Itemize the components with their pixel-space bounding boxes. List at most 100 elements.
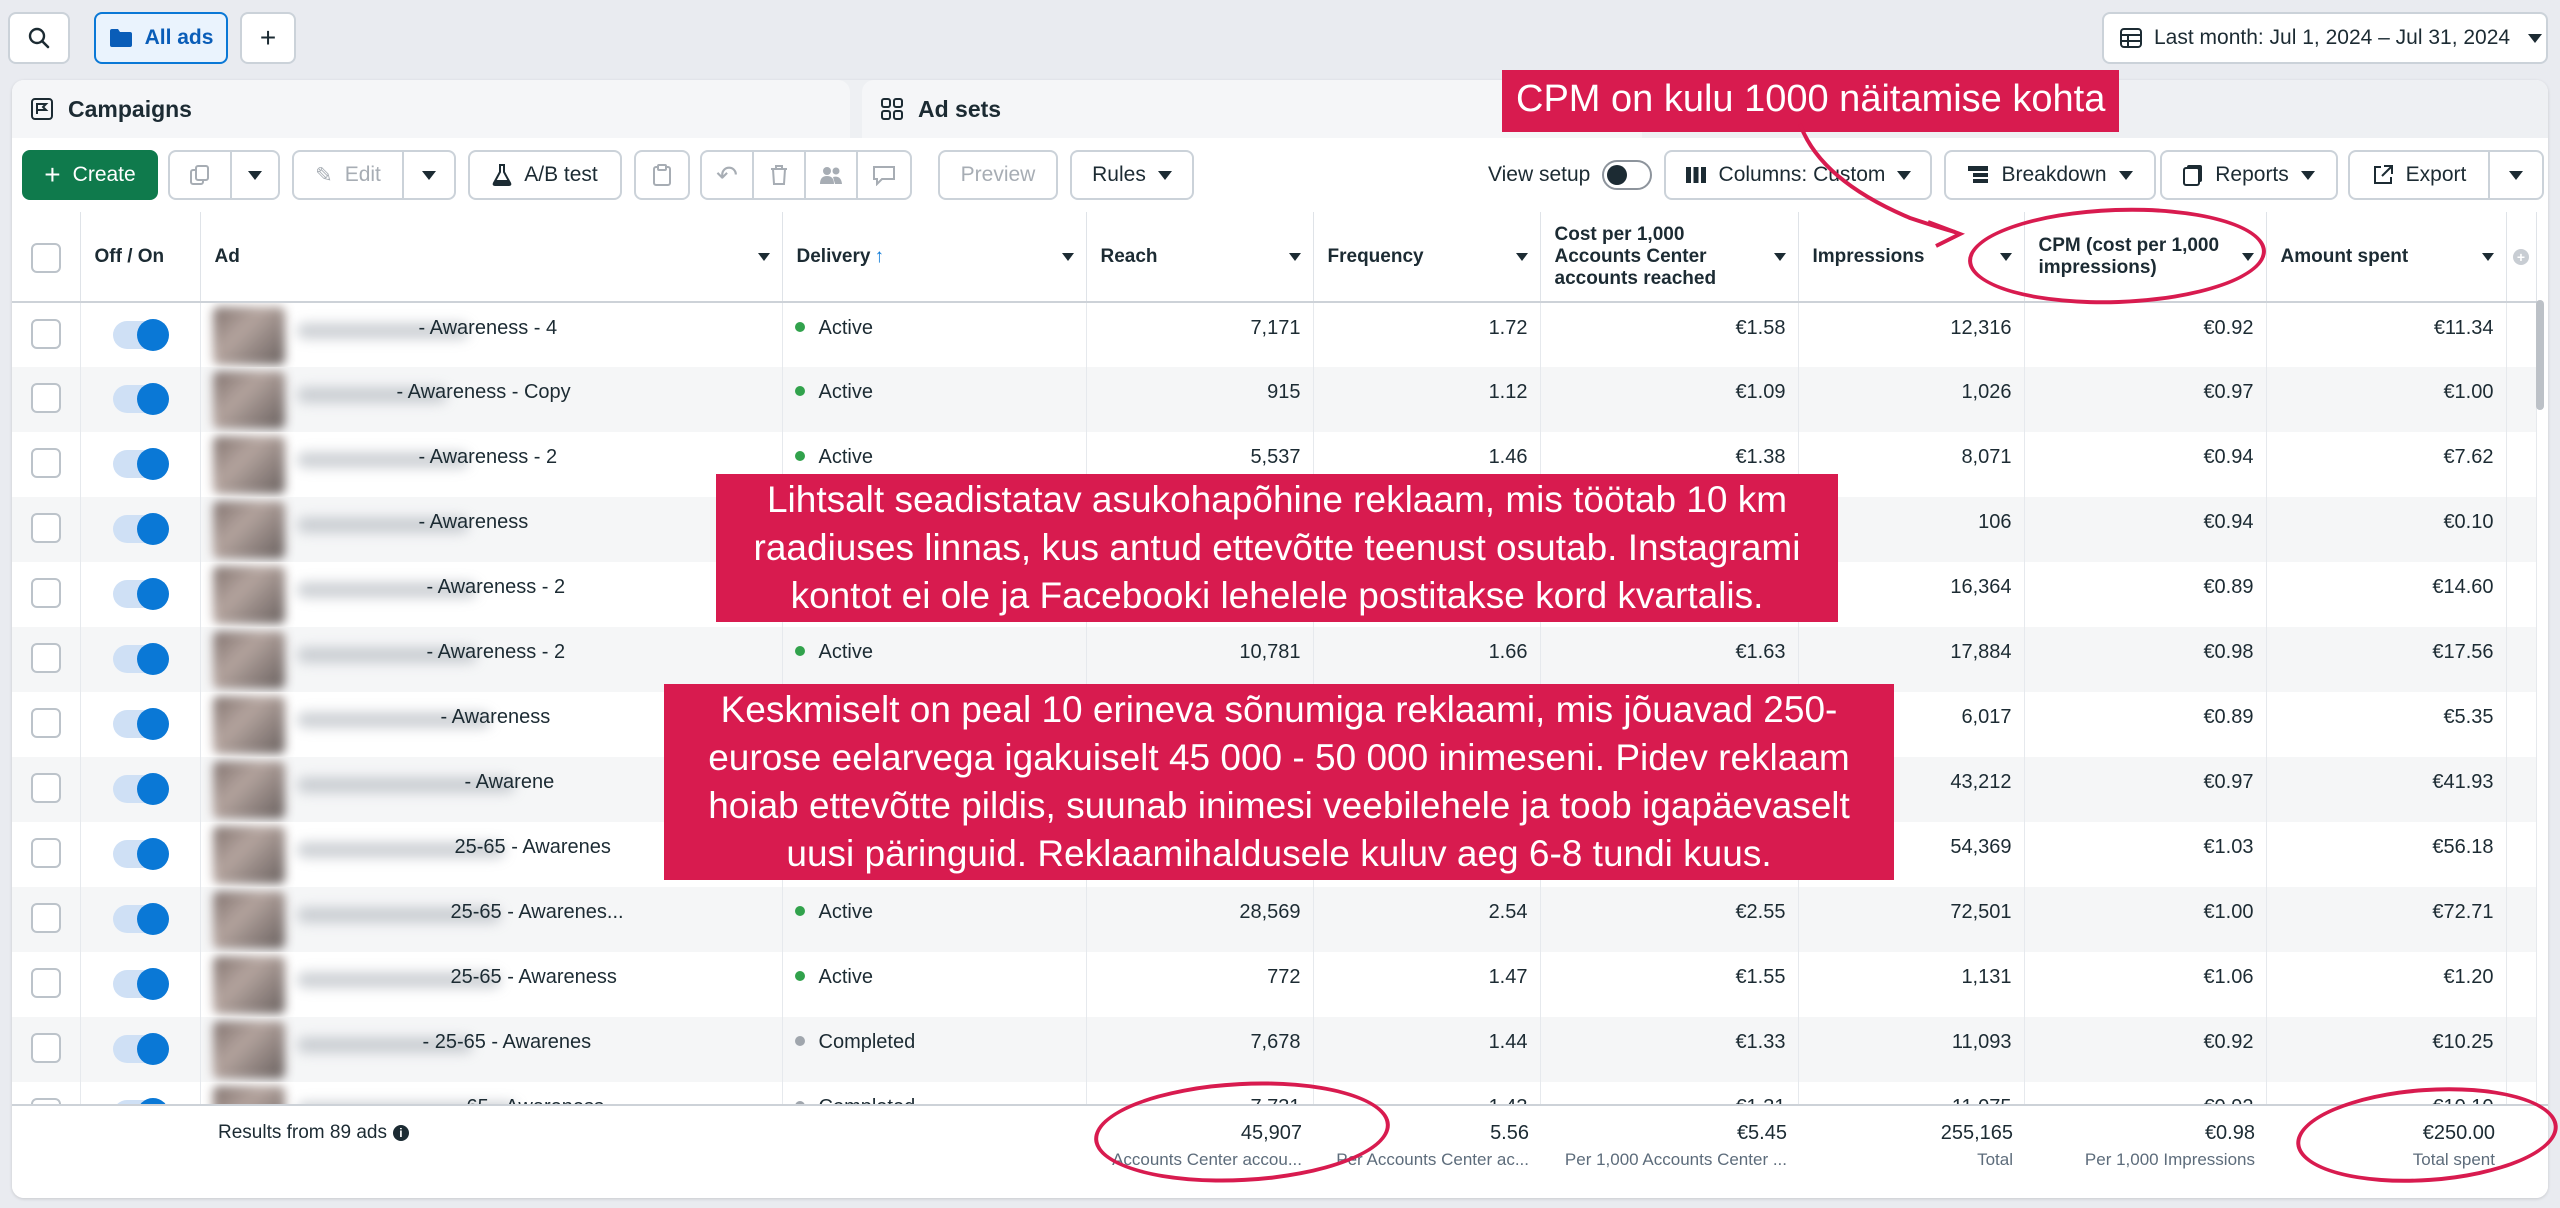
- ad-on-off-toggle[interactable]: [113, 968, 169, 1000]
- row-checkbox[interactable]: [30, 708, 61, 738]
- row-select-cell[interactable]: [12, 302, 81, 367]
- ad-name-cell[interactable]: 25-65 - Awareness: [200, 952, 783, 1017]
- duplicate-button[interactable]: [168, 150, 232, 200]
- row-toggle-cell[interactable]: [80, 562, 201, 627]
- ad-name-suffix[interactable]: - Awareness: [419, 511, 529, 534]
- row-checkbox[interactable]: [30, 448, 61, 478]
- audience-button[interactable]: [804, 150, 858, 200]
- row-select-cell[interactable]: [12, 692, 81, 757]
- ad-name-suffix[interactable]: - Awarene: [465, 771, 555, 794]
- ad-on-off-toggle[interactable]: [113, 773, 169, 805]
- edit-dropdown[interactable]: [402, 150, 456, 200]
- chevron-down-icon[interactable]: [1773, 252, 1786, 261]
- ad-on-off-toggle[interactable]: [113, 708, 169, 740]
- create-button[interactable]: + Create: [22, 150, 158, 200]
- info-icon[interactable]: i: [392, 1125, 409, 1141]
- delete-button[interactable]: [752, 150, 806, 200]
- chevron-down-icon[interactable]: [757, 252, 770, 261]
- column-header-cost-per-1000[interactable]: Cost per 1,000 Accounts Center accounts …: [1540, 212, 1799, 303]
- columns-button[interactable]: Columns: Custom: [1664, 150, 1932, 200]
- ad-name-suffix[interactable]: 25-65 - Awarenes: [455, 836, 611, 859]
- ad-name-suffix[interactable]: 25-65 - Awareness: [451, 966, 617, 989]
- search-button[interactable]: [8, 12, 70, 64]
- column-header-delivery[interactable]: Delivery ↑: [782, 212, 1087, 303]
- row-checkbox[interactable]: [30, 513, 61, 543]
- add-column-icon[interactable]: +: [2513, 248, 2529, 265]
- ad-name-suffix[interactable]: - Awareness - 2: [419, 446, 558, 469]
- duplicate-dropdown[interactable]: [230, 150, 280, 200]
- ad-on-off-toggle[interactable]: [113, 643, 169, 675]
- select-all-header[interactable]: [12, 212, 81, 303]
- ad-name-suffix[interactable]: - Awareness - Copy: [397, 381, 571, 404]
- table-row[interactable]: 25-65 - Awareness Active 772 1.47 €1.55 1,131…: [12, 952, 2537, 1017]
- add-column-header[interactable]: +: [2506, 212, 2537, 303]
- row-toggle-cell[interactable]: [80, 432, 201, 497]
- vertical-scrollbar[interactable]: [2536, 300, 2544, 410]
- ad-on-off-toggle[interactable]: [113, 319, 169, 351]
- ad-on-off-toggle[interactable]: [113, 903, 169, 935]
- ad-name-suffix[interactable]: - Awareness: [441, 706, 551, 729]
- ad-name-cell[interactable]: - Awareness: [200, 497, 783, 562]
- row-checkbox[interactable]: [30, 968, 61, 998]
- column-header-frequency[interactable]: Frequency: [1313, 212, 1541, 303]
- select-all-checkbox[interactable]: [30, 242, 61, 273]
- reports-button[interactable]: Reports: [2160, 150, 2338, 200]
- table-row[interactable]: - Awareness - Copy Active 915 1.12 €1.09 1,02…: [12, 367, 2537, 432]
- ad-name-suffix[interactable]: 25-65 - Awarenes...: [451, 901, 624, 924]
- column-header-amount-spent[interactable]: Amount spent: [2266, 212, 2507, 303]
- row-select-cell[interactable]: [12, 562, 81, 627]
- row-select-cell[interactable]: [12, 367, 81, 432]
- breakdown-button[interactable]: Breakdown: [1944, 150, 2156, 200]
- ad-on-off-toggle[interactable]: [113, 1033, 169, 1065]
- column-header-ad[interactable]: Ad: [200, 212, 783, 303]
- add-view-button[interactable]: +: [240, 12, 296, 64]
- row-checkbox[interactable]: [30, 1033, 61, 1063]
- preview-button[interactable]: Preview: [938, 150, 1058, 200]
- row-toggle-cell[interactable]: [80, 952, 201, 1017]
- ad-on-off-toggle[interactable]: [113, 448, 169, 480]
- row-toggle-cell[interactable]: [80, 757, 201, 822]
- row-select-cell[interactable]: [12, 627, 81, 692]
- row-select-cell[interactable]: [12, 1017, 81, 1082]
- row-toggle-cell[interactable]: [80, 302, 201, 367]
- row-select-cell[interactable]: [12, 887, 81, 952]
- row-checkbox[interactable]: [30, 643, 61, 673]
- row-checkbox[interactable]: [30, 319, 61, 349]
- ab-test-button[interactable]: A/B test: [468, 150, 622, 200]
- row-toggle-cell[interactable]: [80, 367, 201, 432]
- date-range-picker[interactable]: Last month: Jul 1, 2024 – Jul 31, 2024: [2102, 12, 2548, 64]
- column-header-off-on[interactable]: Off / On: [80, 212, 201, 303]
- chevron-down-icon[interactable]: [1288, 252, 1301, 261]
- row-toggle-cell[interactable]: [80, 692, 201, 757]
- row-toggle-cell[interactable]: [80, 497, 201, 562]
- row-checkbox[interactable]: [30, 903, 61, 933]
- ad-on-off-toggle[interactable]: [113, 513, 169, 545]
- ad-name-cell[interactable]: - Awareness - 4: [200, 302, 783, 367]
- all-ads-button[interactable]: All ads: [94, 12, 228, 64]
- ad-on-off-toggle[interactable]: [113, 838, 169, 870]
- row-select-cell[interactable]: [12, 952, 81, 1017]
- ad-name-suffix[interactable]: - Awareness - 4: [419, 317, 558, 340]
- ad-name-suffix[interactable]: - 25-65 - Awarenes: [423, 1031, 592, 1054]
- column-header-reach[interactable]: Reach: [1086, 212, 1314, 303]
- ad-name-cell[interactable]: - 25-65 - Awarenes: [200, 1017, 783, 1082]
- row-select-cell[interactable]: [12, 757, 81, 822]
- row-checkbox[interactable]: [30, 578, 61, 608]
- row-toggle-cell[interactable]: [80, 1017, 201, 1082]
- comment-button[interactable]: [856, 150, 912, 200]
- row-checkbox[interactable]: [30, 773, 61, 803]
- row-select-cell[interactable]: [12, 432, 81, 497]
- table-row[interactable]: - 25-65 - Awarenes Completed 7,678 1.44 €1.3…: [12, 1017, 2537, 1082]
- ad-name-cell[interactable]: - Awareness - Copy: [200, 367, 783, 432]
- table-row[interactable]: - Awareness - 2 Active 10,781 1.66 €1.63 17,8…: [12, 627, 2537, 692]
- row-toggle-cell[interactable]: [80, 822, 201, 887]
- ad-name-cell[interactable]: 25-65 - Awarenes...: [200, 887, 783, 952]
- table-row[interactable]: - Awareness - 4 Active 7,171 1.72 €1.58 12,31…: [12, 302, 2537, 367]
- rules-button[interactable]: Rules: [1070, 150, 1194, 200]
- export-button[interactable]: Export: [2348, 150, 2490, 200]
- ad-name-suffix[interactable]: - Awareness - 2: [427, 576, 566, 599]
- chevron-down-icon[interactable]: [1515, 252, 1528, 261]
- tab-campaigns[interactable]: Campaigns: [12, 80, 850, 138]
- ad-on-off-toggle[interactable]: [113, 578, 169, 610]
- table-row[interactable]: 25-65 - Awarenes... Active 28,569 2.54 €2.55…: [12, 887, 2537, 952]
